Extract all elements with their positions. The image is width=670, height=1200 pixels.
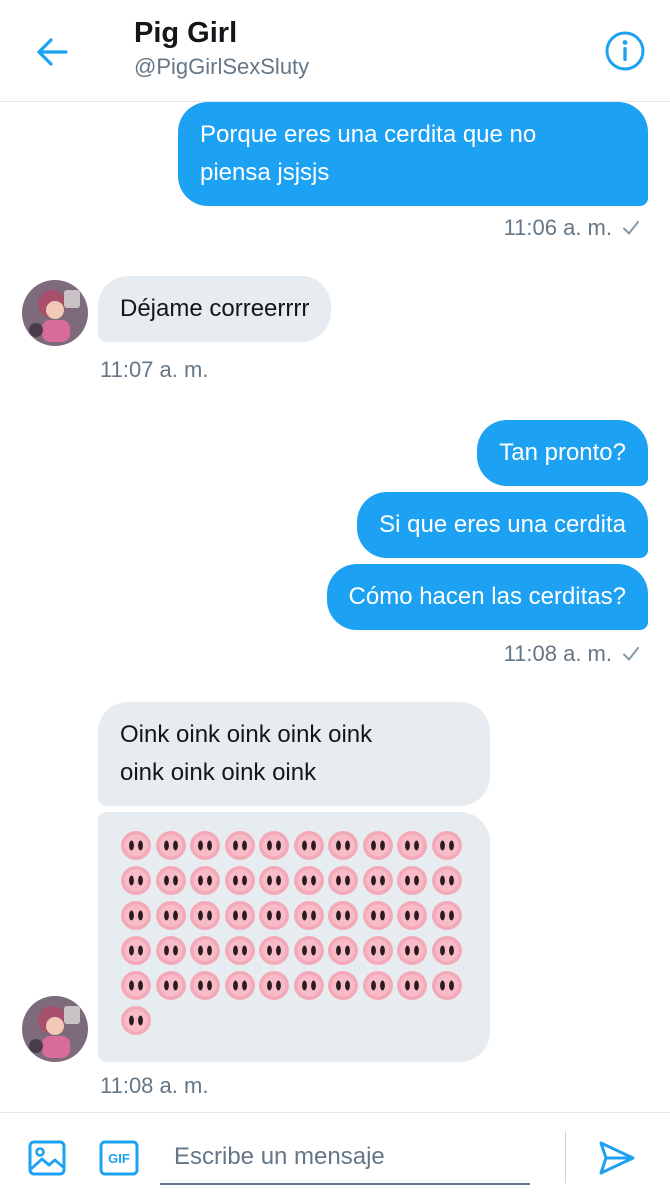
avatar[interactable] <box>22 280 88 346</box>
pig-nose-icon <box>155 935 187 966</box>
message-bubble-sent[interactable]: Porque eres una cerdita que no piensa js… <box>178 102 648 206</box>
pig-nose-icon <box>293 830 325 861</box>
pig-nose-icon <box>396 970 428 1001</box>
timestamp-text: 11:07 a. m. <box>100 357 209 382</box>
pig-nose-icon <box>362 900 394 931</box>
pig-nose-icon <box>327 935 359 966</box>
pig-nose-icon <box>120 1005 152 1036</box>
message-bubble-sent[interactable]: Cómo hacen las cerditas? <box>326 564 648 630</box>
pig-nose-icon <box>362 865 394 896</box>
info-circle-icon <box>605 31 645 71</box>
pig-nose-icon <box>293 900 325 931</box>
send-button[interactable] <box>596 1137 638 1179</box>
pig-nose-icon <box>293 970 325 1001</box>
timestamp-text: 11:08 a. m. <box>503 641 612 666</box>
checkmark-icon <box>623 221 639 236</box>
message-timestamp: 11:08 a. m. <box>100 1072 208 1100</box>
pig-nose-icon <box>293 935 325 966</box>
back-button[interactable] <box>30 32 74 72</box>
timestamp-text: 11:08 a. m. <box>100 1073 209 1098</box>
media-button[interactable] <box>26 1137 68 1179</box>
pig-nose-icon <box>155 970 187 1001</box>
pig-nose-icon <box>258 935 290 966</box>
conversation-handle: @PigGirlSexSluty <box>134 54 310 79</box>
gif-label: GIF <box>108 1150 130 1166</box>
message-bubble-sent[interactable]: Si que eres una cerdita <box>357 492 648 558</box>
pig-nose-icon <box>224 900 256 931</box>
message-timestamp: 11:08 a. m. <box>504 640 640 668</box>
pig-nose-icon <box>396 830 428 861</box>
pig-nose-icon <box>431 970 463 1001</box>
message-bubble-received[interactable] <box>98 812 490 1062</box>
pig-nose-icon <box>224 830 256 861</box>
pig-nose-icon <box>327 865 359 896</box>
pig-nose-icon <box>396 935 428 966</box>
pig-nose-icon <box>189 865 221 896</box>
pig-nose-icon <box>293 865 325 896</box>
message-text: Déjame correerrrr <box>120 295 310 322</box>
message-timestamp: 11:07 a. m. <box>100 356 208 384</box>
image-icon <box>28 1140 66 1176</box>
pig-nose-icon <box>120 830 152 861</box>
message-composer: GIF <box>0 1112 670 1200</box>
pig-nose-icon <box>327 900 359 931</box>
info-button[interactable] <box>604 30 646 72</box>
pig-nose-icon <box>224 865 256 896</box>
timestamp-text: 11:06 a. m. <box>503 215 612 240</box>
pig-nose-icon <box>189 970 221 1001</box>
message-text: Oink oink oink oink oink <box>120 721 373 748</box>
pig-nose-icon <box>189 900 221 931</box>
avatar-image-icon <box>22 280 88 346</box>
pig-nose-icon <box>224 970 256 1001</box>
message-text: Cómo hacen las cerditas? <box>348 583 626 610</box>
pig-nose-icon <box>258 865 290 896</box>
pig-nose-icon <box>224 935 256 966</box>
pig-nose-icon <box>189 935 221 966</box>
message-text: Tan pronto? <box>499 439 626 466</box>
pig-nose-icon <box>327 970 359 1001</box>
pig-nose-icon <box>258 830 290 861</box>
pig-nose-icon <box>362 830 394 861</box>
emoji-grid <box>120 830 465 1036</box>
checkmark-icon <box>623 647 639 662</box>
conversation-title-block[interactable]: Pig Girl @PigGirlSexSluty <box>134 16 309 82</box>
send-icon <box>599 1141 635 1175</box>
avatar-image-icon <box>22 996 88 1062</box>
pig-nose-icon <box>120 865 152 896</box>
pig-nose-icon <box>120 935 152 966</box>
message-bubble-sent[interactable]: Tan pronto? <box>477 420 648 486</box>
pig-nose-icon <box>431 900 463 931</box>
pig-nose-icon <box>155 830 187 861</box>
message-text: piensa jsjsjs <box>200 159 330 186</box>
arrow-left-icon <box>37 38 68 66</box>
pig-nose-icon <box>362 970 394 1001</box>
pig-nose-icon <box>431 830 463 861</box>
message-bubble-received[interactable]: Déjame correerrrr <box>98 276 332 342</box>
pig-nose-icon <box>258 900 290 931</box>
composer-divider <box>565 1131 566 1183</box>
message-text: oink oink oink oink <box>120 759 317 786</box>
conversation-header: Pig Girl @PigGirlSexSluty <box>0 0 670 102</box>
message-bubble-received[interactable]: Oink oink oink oink oink oink oink oink … <box>98 702 490 806</box>
pig-nose-icon <box>362 935 394 966</box>
pig-nose-icon <box>120 970 152 1001</box>
pig-nose-icon <box>396 900 428 931</box>
pig-nose-icon <box>431 935 463 966</box>
pig-nose-icon <box>155 865 187 896</box>
pig-nose-icon <box>155 900 187 931</box>
message-text: Porque eres una cerdita que no <box>200 121 537 148</box>
gif-button[interactable]: GIF <box>98 1137 140 1179</box>
message-timestamp: 11:06 a. m. <box>504 214 640 242</box>
pig-nose-icon <box>431 865 463 896</box>
message-input[interactable] <box>160 1127 530 1185</box>
pig-nose-icon <box>327 830 359 861</box>
pig-nose-icon <box>258 970 290 1001</box>
pig-nose-icon <box>189 830 221 861</box>
avatar[interactable] <box>22 996 88 1062</box>
pig-nose-icon <box>396 865 428 896</box>
pig-nose-icon <box>120 900 152 931</box>
message-text: Si que eres una cerdita <box>379 511 626 538</box>
conversation-title: Pig Girl <box>134 17 238 49</box>
